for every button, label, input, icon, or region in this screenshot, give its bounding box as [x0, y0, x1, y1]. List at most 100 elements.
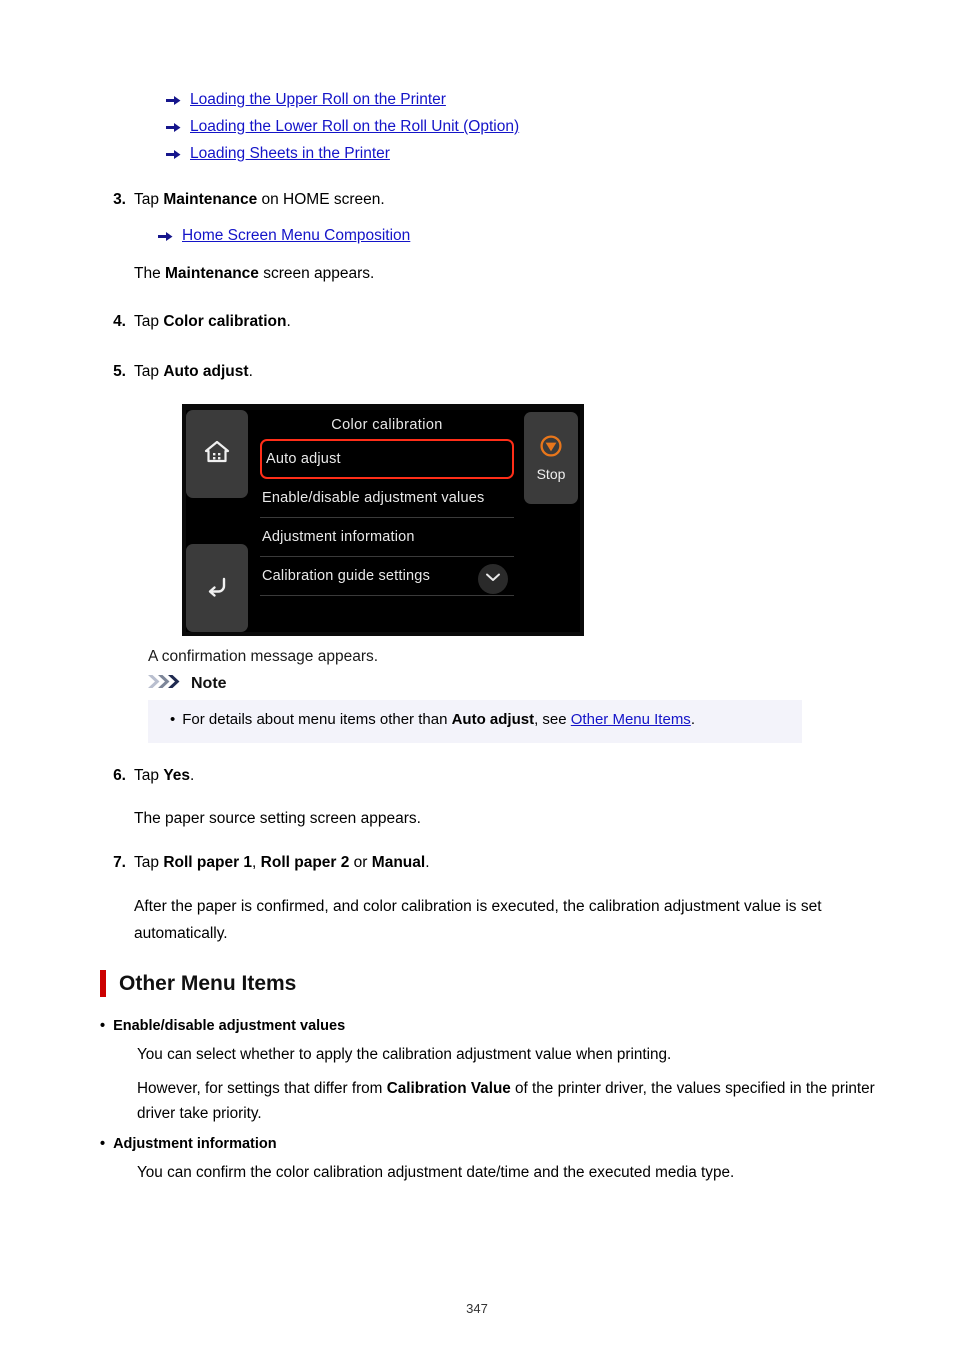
lcd-menu-item-calibration-guide-settings[interactable]: Calibration guide settings: [260, 557, 514, 596]
step-6-bold-yes: Yes: [163, 767, 191, 784]
step-7-bold-manual: Manual: [371, 854, 426, 871]
section-heading: Other Menu Items: [100, 970, 296, 997]
lcd-screen: Color calibration Auto adjust Enable/dis…: [186, 410, 580, 632]
printer-lcd-screenshot: Color calibration Auto adjust Enable/dis…: [182, 404, 584, 636]
step-5-text-before: Tap: [134, 363, 164, 380]
step-5-bold-auto-adjust: Auto adjust: [163, 363, 249, 380]
step-3-text-before: Tap: [134, 191, 164, 208]
list-item[interactable]: Home Screen Menu Composition: [158, 226, 908, 247]
step-3-text-after: on HOME screen.: [257, 191, 385, 208]
step-3-instruction: Tap Maintenance on HOME screen.: [134, 188, 908, 212]
step-3: 3. Tap Maintenance on HOME screen. Home …: [108, 188, 908, 286]
step-3-result-after: screen appears.: [258, 264, 375, 282]
step-7-text-before: Tap: [134, 854, 164, 871]
step-3-result: The Maintenance screen appears.: [134, 262, 908, 286]
lcd-stop-area: Stop: [522, 410, 580, 632]
step-5-text-after: .: [248, 363, 253, 380]
stop-icon: [539, 434, 563, 463]
arrow-right-icon: [166, 148, 181, 166]
step-5-number: 5.: [113, 363, 126, 380]
section-item-1-heading-row: • Enable/disable adjustment values: [100, 1018, 900, 1034]
arrow-right-icon: [166, 121, 181, 139]
step-7-sep-1: ,: [252, 854, 261, 871]
step-6-instruction: Tap Yes.: [134, 764, 908, 788]
lcd-stop-label: Stop: [536, 466, 566, 482]
section-item-1-p2-bold-calibration-value: Calibration Value: [386, 1079, 511, 1097]
confirmation-message-text: A confirmation message appears.: [148, 648, 379, 665]
step-4: 4. Tap Color calibration.: [108, 310, 908, 334]
section-accent-bar: [100, 970, 106, 997]
step-4-bold-color-calibration: Color calibration: [163, 313, 287, 330]
document-page: Loading the Upper Roll on the Printer Lo…: [0, 0, 954, 1350]
section-item-2-heading: Adjustment information: [113, 1136, 277, 1152]
bullet-icon: •: [100, 1136, 106, 1152]
lcd-menu-list: Auto adjust Enable/disable adjustment va…: [260, 439, 514, 596]
note-bold-auto-adjust: Auto adjust: [451, 711, 535, 728]
section-item-enable-disable: • Enable/disable adjustment values You c…: [100, 1018, 900, 1126]
bullet-icon: •: [100, 1018, 106, 1034]
step-3-bold-maintenance: Maintenance: [163, 191, 258, 208]
lcd-menu-item-enable-disable-adjustment-values[interactable]: Enable/disable adjustment values: [260, 479, 514, 518]
lcd-screen-title: Color calibration: [331, 417, 443, 433]
list-item[interactable]: Loading Sheets in the Printer: [166, 144, 519, 165]
bullet-icon: •: [170, 711, 176, 728]
section-item-2-heading-row: • Adjustment information: [100, 1136, 900, 1152]
step-6: 6. Tap Yes. The paper source setting scr…: [108, 764, 908, 831]
step-4-text-before: Tap: [134, 313, 164, 330]
link-other-menu-items[interactable]: Other Menu Items: [571, 711, 691, 728]
lcd-scroll-down-button[interactable]: [478, 564, 508, 594]
home-icon: [204, 440, 230, 469]
lcd-side-buttons: [186, 410, 248, 632]
note-chevrons-icon: [148, 674, 186, 694]
list-item[interactable]: Loading the Upper Roll on the Printer: [166, 90, 519, 111]
step-6-number: 6.: [113, 767, 126, 784]
section-item-1-p2-before: However, for settings that differ from: [137, 1079, 387, 1097]
section-item-adjustment-information: • Adjustment information You can confirm…: [100, 1136, 900, 1186]
step-4-text-after: .: [286, 313, 291, 330]
lcd-menu-panel: Color calibration Auto adjust Enable/dis…: [248, 410, 522, 632]
arrow-right-icon: [166, 94, 181, 112]
step-7-result: After the paper is confirmed, and color …: [134, 898, 822, 942]
lcd-back-button[interactable]: [186, 544, 248, 632]
page-number: 347: [466, 1301, 488, 1316]
note-body: • For details about menu items other tha…: [148, 700, 802, 743]
section-item-1-paragraph-1: You can select whether to apply the cali…: [137, 1046, 672, 1063]
link-loading-sheets[interactable]: Loading Sheets in the Printer: [190, 144, 390, 165]
step-7-sep-2: or: [349, 854, 372, 871]
section-item-2-paragraph-1: You can confirm the color calibration ad…: [137, 1164, 735, 1181]
list-item[interactable]: Loading the Lower Roll on the Roll Unit …: [166, 117, 519, 138]
step-6-result: The paper source setting screen appears.: [134, 810, 421, 828]
step-7-bold-roll-paper-2: Roll paper 2: [260, 854, 350, 871]
note-block: Note • For details about menu items othe…: [114, 674, 874, 743]
step-7: 7. Tap Roll paper 1, Roll paper 2 or Man…: [108, 851, 898, 947]
note-header: Note: [148, 674, 874, 694]
arrow-right-icon: [158, 230, 173, 248]
step-7-number: 7.: [113, 854, 126, 871]
step-3-result-before: The: [134, 264, 166, 282]
link-home-screen-menu-composition[interactable]: Home Screen Menu Composition: [182, 226, 410, 247]
step-3-number: 3.: [113, 191, 126, 208]
step-4-instruction: Tap Color calibration.: [134, 310, 908, 334]
step-5-instruction: Tap Auto adjust.: [134, 360, 908, 384]
note-text-before: For details about menu items other than: [182, 711, 452, 728]
section-item-1-heading: Enable/disable adjustment values: [113, 1018, 346, 1034]
step-6-text-after: .: [190, 767, 195, 784]
note-text-after: .: [690, 711, 695, 728]
note-text-mid: , see: [534, 711, 571, 728]
lcd-home-button[interactable]: [186, 410, 248, 498]
chevron-down-icon: [485, 570, 501, 588]
step-7-text-after: .: [425, 854, 430, 871]
lcd-menu-item-adjustment-information[interactable]: Adjustment information: [260, 518, 514, 557]
step-5: 5. Tap Auto adjust.: [108, 360, 908, 384]
step-3-result-bold: Maintenance: [165, 264, 259, 282]
note-title: Note: [191, 675, 227, 692]
link-loading-lower-roll[interactable]: Loading the Lower Roll on the Roll Unit …: [190, 117, 519, 138]
section-item-1-paragraph-2: However, for settings that differ from C…: [137, 1077, 877, 1127]
lcd-stop-button[interactable]: Stop: [524, 412, 578, 504]
note-bullet-text: For details about menu items other than …: [182, 709, 695, 732]
back-arrow-icon: [204, 574, 230, 603]
step-7-bold-roll-paper-1: Roll paper 1: [163, 854, 253, 871]
lcd-menu-item-auto-adjust[interactable]: Auto adjust: [260, 439, 514, 479]
step-7-instruction: Tap Roll paper 1, Roll paper 2 or Manual…: [134, 851, 898, 875]
link-loading-upper-roll[interactable]: Loading the Upper Roll on the Printer: [190, 90, 446, 111]
